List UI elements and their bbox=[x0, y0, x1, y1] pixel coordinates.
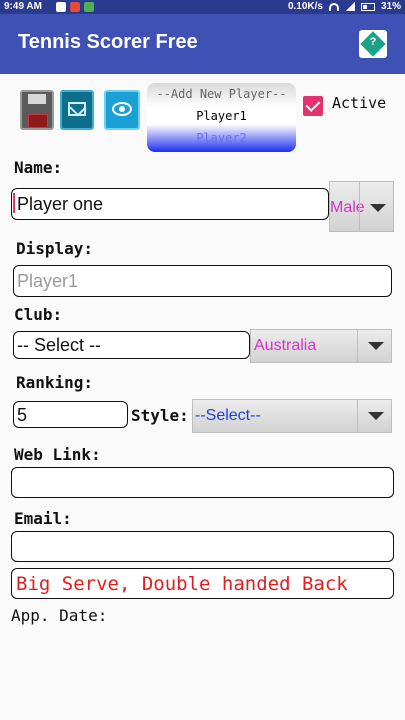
country-value: Australia bbox=[254, 337, 317, 354]
club-label: Club: bbox=[14, 305, 63, 324]
status-notification-icons bbox=[56, 2, 94, 12]
email-input[interactable] bbox=[11, 531, 394, 562]
text-cursor bbox=[13, 193, 15, 213]
view-icon[interactable] bbox=[104, 90, 140, 130]
messenger-icon bbox=[56, 2, 66, 12]
save-icon[interactable] bbox=[20, 90, 54, 130]
signal-icon bbox=[344, 2, 355, 11]
country-spinner[interactable]: Australia bbox=[250, 329, 392, 363]
player-option-1[interactable]: Player1 bbox=[147, 105, 296, 127]
status-right-group: 0.10K/s 31% bbox=[288, 1, 401, 12]
help-icon[interactable]: ? bbox=[359, 30, 387, 58]
ranking-value: 5 bbox=[17, 405, 28, 425]
app-title: Tennis Scorer Free bbox=[18, 31, 198, 53]
ranking-label: Ranking: bbox=[16, 373, 94, 392]
battery-percent: 31% bbox=[380, 1, 401, 12]
email-label: Email: bbox=[14, 509, 72, 528]
display-input[interactable]: Player1 bbox=[13, 265, 392, 297]
club-value: -- Select -- bbox=[17, 335, 102, 355]
battery-saver-icon bbox=[84, 2, 94, 12]
app-date-label: App. Date: bbox=[11, 606, 108, 625]
help-question-mark: ? bbox=[369, 36, 377, 48]
mail-icon[interactable] bbox=[60, 90, 94, 130]
style-dropdown-arrow bbox=[357, 400, 391, 432]
style-label: Style: bbox=[131, 406, 189, 425]
notes-value: Big Serve, Double handed Back bbox=[16, 573, 348, 595]
active-label: Active bbox=[332, 94, 387, 112]
player-picker[interactable]: --Add New Player-- Player1 Player2 bbox=[147, 83, 296, 152]
country-dropdown-arrow bbox=[357, 330, 391, 362]
player-option-2[interactable]: Player2 bbox=[147, 127, 296, 149]
gender-dropdown-arrow bbox=[359, 182, 393, 231]
wifi-icon bbox=[328, 2, 339, 11]
gender-spinner[interactable]: Male bbox=[329, 181, 394, 232]
name-input-value: Player one bbox=[17, 194, 104, 214]
weblink-label: Web Link: bbox=[14, 445, 101, 464]
network-speed: 0.10K/s bbox=[287, 1, 323, 12]
player-option-add-new[interactable]: --Add New Player-- bbox=[147, 83, 296, 105]
notes-input[interactable]: Big Serve, Double handed Back bbox=[11, 568, 394, 599]
display-label: Display: bbox=[16, 239, 94, 258]
weblink-input[interactable] bbox=[11, 467, 394, 498]
gmail-icon bbox=[70, 2, 80, 12]
style-value: --Select-- bbox=[195, 407, 261, 424]
battery-icon bbox=[360, 2, 375, 11]
name-label: Name: bbox=[14, 158, 63, 177]
style-spinner[interactable]: --Select-- bbox=[192, 399, 392, 433]
display-input-placeholder: Player1 bbox=[17, 271, 79, 291]
status-time: 9:49 AM bbox=[4, 1, 42, 12]
app-bar: Tennis Scorer Free ? bbox=[0, 14, 405, 74]
name-input[interactable]: Player one bbox=[11, 188, 329, 220]
ranking-input[interactable]: 5 bbox=[13, 401, 128, 428]
status-bar: 9:49 AM 0.10K/s 31% bbox=[0, 0, 405, 14]
active-checkbox[interactable] bbox=[303, 96, 323, 116]
club-select[interactable]: -- Select -- bbox=[13, 331, 250, 359]
